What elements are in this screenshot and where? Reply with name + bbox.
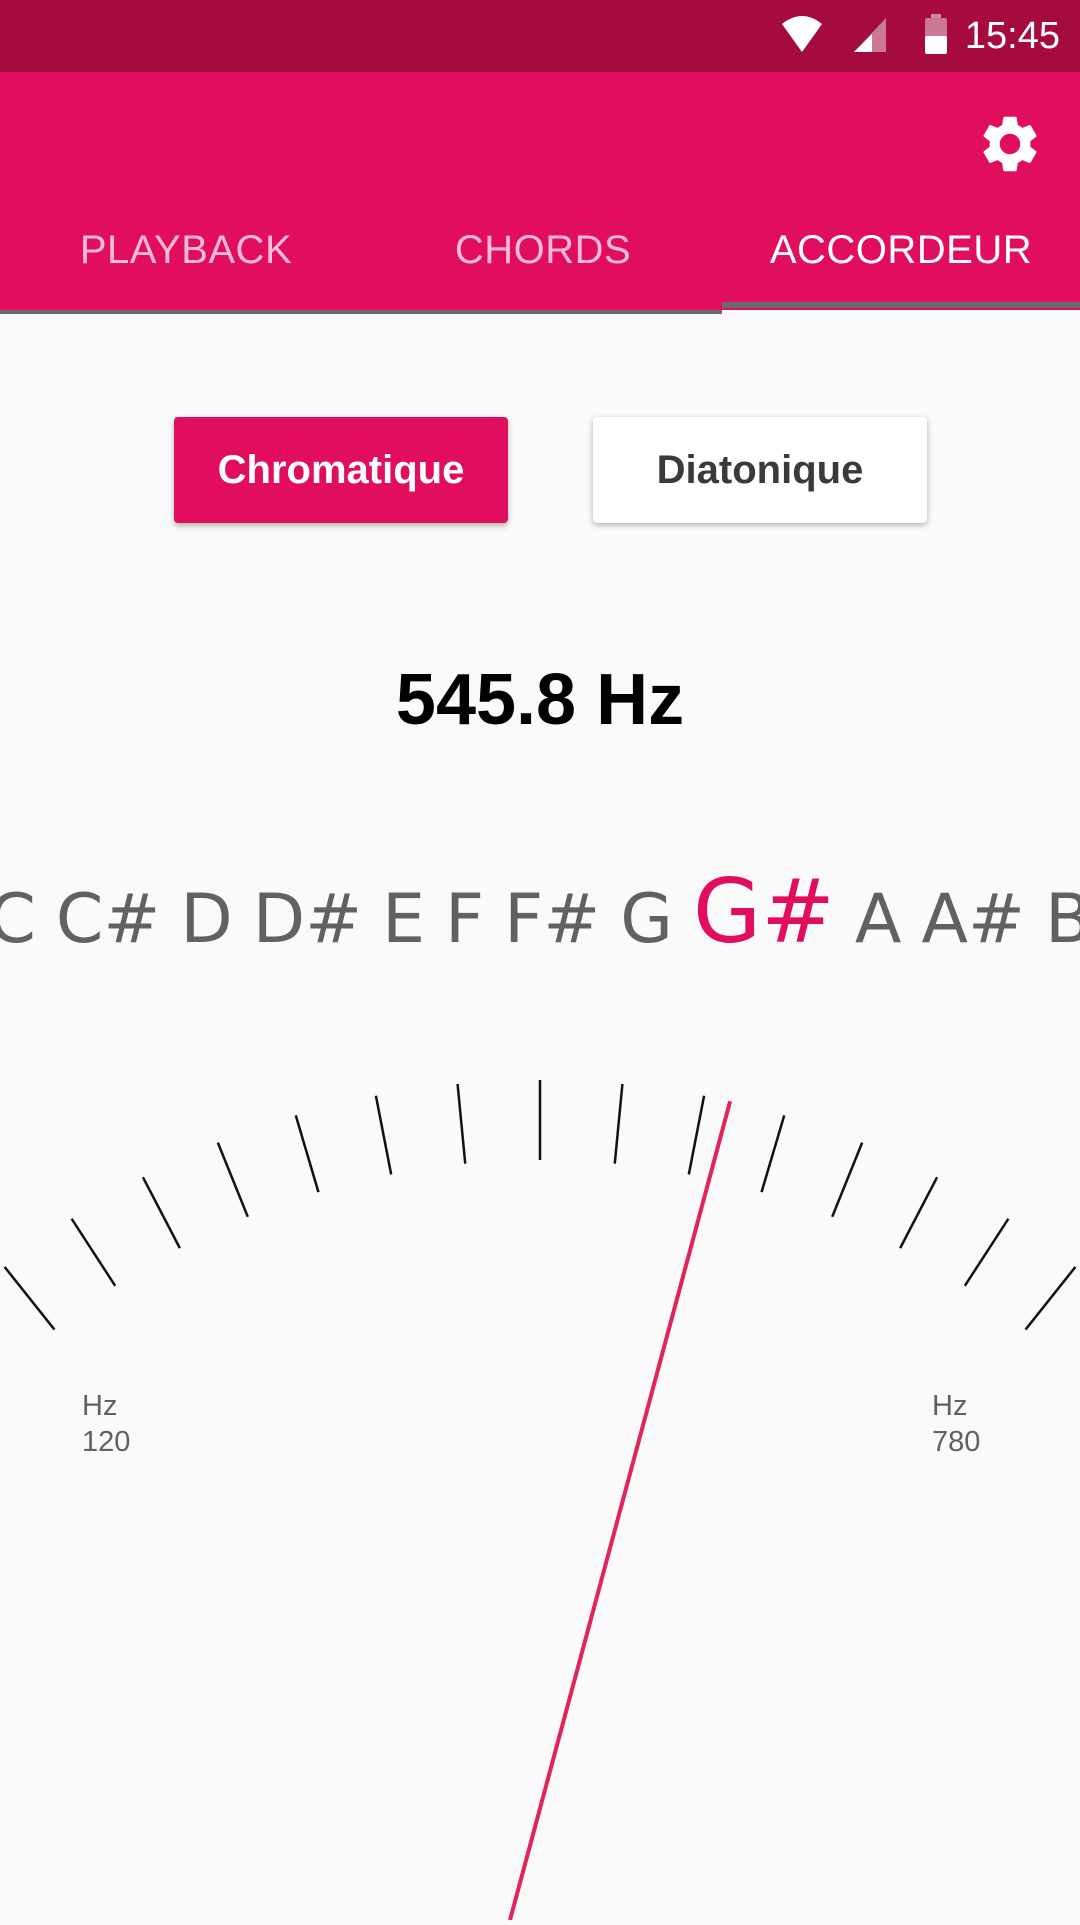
- note-scale: C C# D D# E F F# G G# A A# B: [0, 852, 1080, 972]
- battery-icon: [925, 14, 947, 54]
- gauge-tick: [70, 1218, 117, 1287]
- note-c: C: [0, 880, 36, 959]
- tab-playback[interactable]: PLAYBACK: [0, 208, 372, 292]
- wifi-icon: [782, 16, 822, 52]
- tuner-gauge: Hz 120 Hz 780: [0, 1040, 1080, 1921]
- gauge-max-unit: Hz: [932, 1390, 968, 1422]
- chromatic-mode-button[interactable]: Chromatique: [174, 417, 508, 523]
- gauge-tick: [831, 1142, 864, 1218]
- note-b: B: [1044, 880, 1080, 959]
- note-e: E: [382, 880, 426, 959]
- note-d-sharp: D#: [252, 880, 363, 959]
- frequency-readout: 545.8 Hz: [395, 660, 685, 740]
- note-f: F: [445, 880, 485, 959]
- status-time: 15:45: [964, 15, 1060, 57]
- note-c-sharp: C#: [55, 880, 161, 959]
- gauge-tick: [294, 1115, 320, 1193]
- app-bar: PLAYBACK CHORDS ACCORDEUR: [0, 72, 1080, 310]
- gauge-max-value: 780: [932, 1426, 981, 1458]
- note-a-sharp: A#: [921, 880, 1025, 959]
- gauge-tick: [141, 1176, 181, 1249]
- tab-chords[interactable]: CHORDS: [360, 208, 726, 292]
- note-f-sharp: F#: [504, 880, 601, 959]
- gauge-tick: [456, 1083, 467, 1164]
- gauge-dial: [3, 1080, 1077, 1921]
- gauge-tick: [899, 1176, 939, 1249]
- note-g: G: [620, 880, 673, 959]
- gauge-min-unit: Hz: [82, 1390, 118, 1422]
- diatonic-mode-button[interactable]: Diatonique: [593, 417, 927, 523]
- gauge-tick: [613, 1083, 624, 1164]
- cell-signal-icon: [854, 18, 886, 52]
- tab-indicator: [722, 302, 1080, 308]
- gauge-min-value: 120: [82, 1426, 131, 1458]
- gear-icon[interactable]: [976, 110, 1044, 178]
- gauge-tick: [687, 1095, 706, 1175]
- app-bar-divider: [0, 310, 722, 314]
- gauge-tick: [760, 1115, 786, 1193]
- note-a: A: [854, 880, 902, 959]
- gauge-tick: [963, 1218, 1010, 1287]
- note-g-sharp: G#: [692, 860, 835, 963]
- gauge-needle: [508, 1100, 733, 1921]
- tab-accordeur[interactable]: ACCORDEUR: [722, 208, 1080, 292]
- gauge-tick: [216, 1142, 249, 1218]
- status-bar: 15:45: [0, 0, 1080, 72]
- note-d: D: [180, 880, 233, 959]
- gauge-tick: [374, 1095, 393, 1175]
- gauge-tick: [1024, 1266, 1077, 1331]
- gauge-tick: [3, 1266, 56, 1331]
